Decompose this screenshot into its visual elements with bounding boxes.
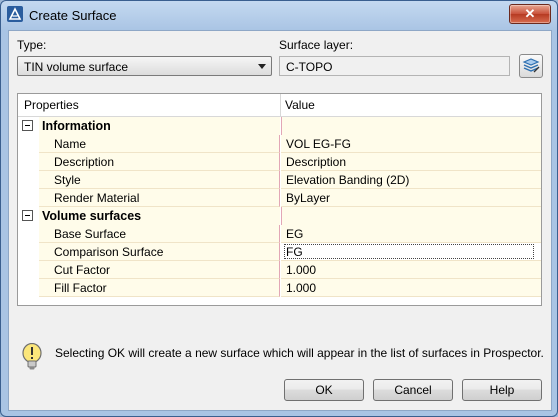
create-surface-dialog: Create Surface ✕ Type: TIN volume surfac… — [0, 0, 558, 417]
property-row-style[interactable]: Style Elevation Banding (2D) — [18, 171, 541, 189]
category-row-volume-surfaces[interactable]: Volume surfaces — [18, 207, 541, 225]
property-name: Fill Factor — [54, 281, 107, 295]
property-name-cell: Render Material — [39, 189, 280, 207]
category-label: Information — [42, 119, 111, 133]
property-name: Name — [54, 137, 87, 151]
category-value-cell — [281, 207, 541, 225]
ok-button[interactable]: OK — [284, 379, 364, 401]
property-value-cell[interactable]: Description — [281, 153, 541, 171]
type-label: Type: — [17, 38, 47, 52]
collapse-icon[interactable] — [22, 120, 33, 131]
property-value-cell[interactable]: 1.000 — [281, 261, 541, 279]
close-button[interactable]: ✕ — [509, 4, 551, 24]
civil3d-app-icon — [7, 6, 23, 22]
row-gutter — [18, 261, 39, 279]
category-label: Volume surfaces — [42, 209, 142, 223]
property-value: EG — [286, 227, 304, 241]
cancel-button[interactable]: Cancel — [373, 379, 453, 401]
property-value-cell[interactable]: 1.000 — [281, 279, 541, 297]
type-dropdown-value: TIN volume surface — [24, 60, 129, 74]
property-row-fill-factor[interactable]: Fill Factor 1.000 — [18, 279, 541, 297]
help-button[interactable]: Help — [462, 379, 542, 401]
title-bar[interactable]: Create Surface ✕ — [1, 1, 557, 29]
property-name-cell: Style — [39, 171, 280, 189]
row-gutter — [18, 279, 39, 297]
property-name-cell: Description — [39, 153, 280, 171]
properties-grid: Properties Value Information Name VOL EG… — [17, 93, 542, 306]
property-value: FG — [286, 245, 303, 259]
property-name-cell: Cut Factor — [39, 261, 280, 279]
surface-layer-value: C-TOPO — [286, 60, 333, 74]
dialog-title: Create Surface — [29, 8, 117, 23]
property-value: 1.000 — [286, 263, 317, 277]
property-name-cell: Name — [39, 135, 280, 153]
category-row-information[interactable]: Information — [18, 117, 541, 135]
row-gutter — [18, 153, 39, 171]
chevron-down-icon — [258, 64, 266, 69]
property-row-base-surface[interactable]: Base Surface EG — [18, 225, 541, 243]
row-gutter — [18, 171, 39, 189]
property-row-cut-factor[interactable]: Cut Factor 1.000 — [18, 261, 541, 279]
lightbulb-icon — [22, 343, 42, 370]
layers-icon — [522, 58, 540, 73]
property-value: Description — [286, 155, 347, 169]
property-name-cell: Comparison Surface — [39, 243, 280, 261]
property-name: Base Surface — [54, 227, 127, 241]
row-gutter — [18, 243, 39, 261]
property-value: ByLayer — [286, 191, 331, 205]
property-name: Description — [54, 155, 115, 169]
property-value: VOL EG-FG — [286, 137, 351, 151]
collapse-icon[interactable] — [22, 210, 33, 221]
info-message: Selecting OK will create a new surface w… — [55, 346, 544, 360]
property-value-cell[interactable]: EG — [281, 225, 541, 243]
property-row-render-material[interactable]: Render Material ByLayer — [18, 189, 541, 207]
property-name: Comparison Surface — [54, 245, 164, 259]
property-name: Render Material — [54, 191, 140, 205]
property-name: Style — [54, 173, 81, 187]
grid-header: Properties Value — [18, 94, 541, 117]
surface-layer-label: Surface layer: — [279, 38, 354, 52]
property-name: Cut Factor — [54, 263, 111, 277]
property-row-comparison-surface[interactable]: Comparison Surface FG — [18, 243, 541, 261]
property-value: Elevation Banding (2D) — [286, 173, 410, 187]
row-gutter — [18, 225, 39, 243]
property-name-cell: Fill Factor — [39, 279, 280, 297]
category-value-cell — [281, 117, 541, 135]
property-value-cell[interactable]: VOL EG-FG — [281, 135, 541, 153]
focus-rectangle — [284, 244, 534, 259]
row-gutter — [18, 189, 39, 207]
row-gutter — [18, 135, 39, 153]
property-row-description[interactable]: Description Description — [18, 153, 541, 171]
property-value-cell[interactable]: Elevation Banding (2D) — [281, 171, 541, 189]
column-divider[interactable] — [280, 94, 281, 116]
property-name-cell: Base Surface — [39, 225, 280, 243]
property-row-name[interactable]: Name VOL EG-FG — [18, 135, 541, 153]
value-column-header[interactable]: Value — [285, 98, 315, 112]
surface-layer-field: C-TOPO — [279, 56, 510, 76]
dialog-body: Type: TIN volume surface Surface layer: … — [8, 30, 552, 411]
property-value-cell-selected[interactable]: FG — [281, 243, 541, 261]
property-value-cell[interactable]: ByLayer — [281, 189, 541, 207]
type-dropdown[interactable]: TIN volume surface — [17, 56, 272, 76]
layer-select-button[interactable] — [519, 54, 543, 78]
properties-column-header[interactable]: Properties — [24, 98, 79, 112]
property-value: 1.000 — [286, 281, 317, 295]
